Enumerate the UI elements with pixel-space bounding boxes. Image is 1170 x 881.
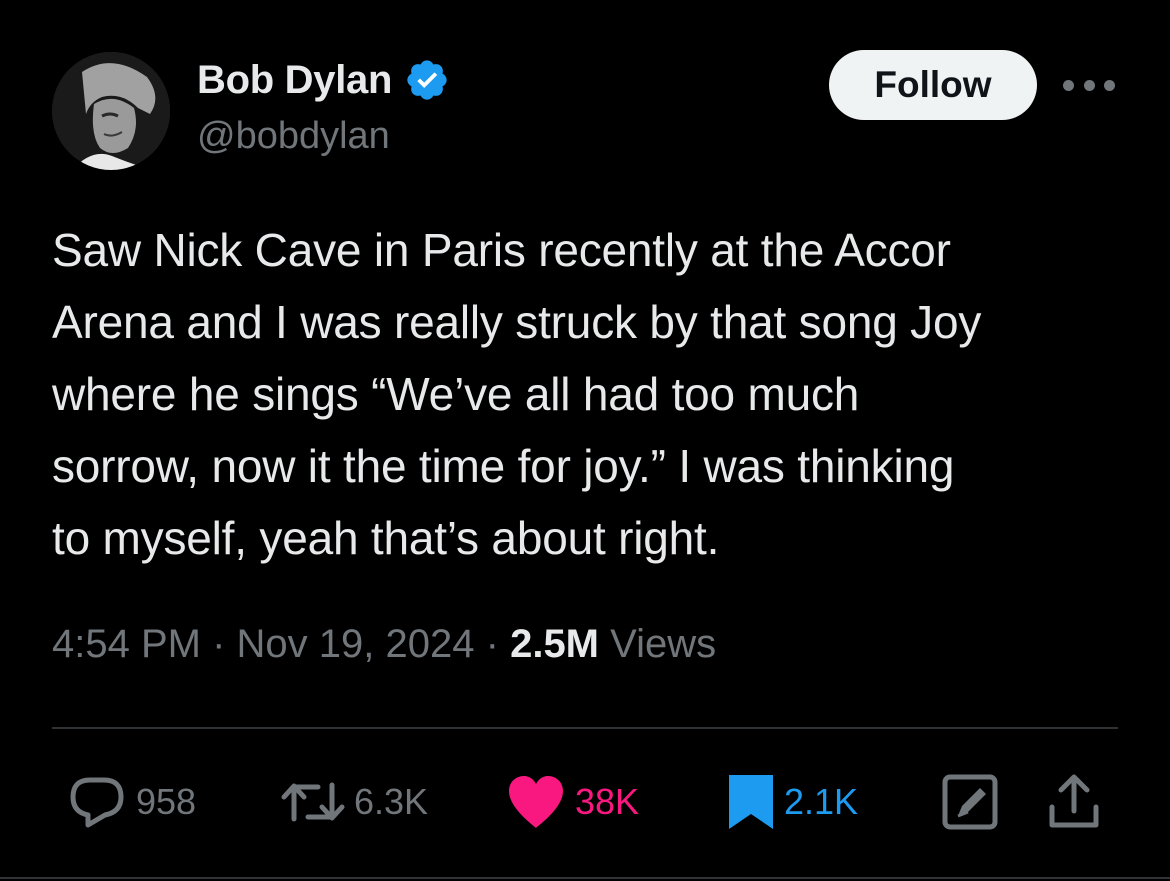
share-icon [1049, 774, 1099, 828]
repost-button[interactable]: 6.3K [280, 772, 428, 832]
edit-button[interactable] [940, 772, 1000, 832]
tweet-text-line: sorrow, now it the time for joy.” I was … [52, 440, 955, 492]
more-dot [1104, 79, 1115, 91]
views-label: Views [610, 622, 717, 666]
bookmark-button[interactable]: 2.1K [726, 772, 858, 832]
tweet-metadata: 4:54 PM · Nov 19, 2024 · 2.5M Views [52, 622, 716, 667]
reply-icon [70, 777, 124, 828]
display-name[interactable]: Bob Dylan [197, 58, 392, 103]
more-options-icon[interactable] [1063, 70, 1115, 100]
views-count[interactable]: 2.5M [510, 622, 599, 666]
meta-separator: · [485, 622, 499, 666]
tweet-text-line: to myself, yeah that’s about right. [52, 512, 720, 564]
reply-count: 958 [136, 781, 197, 822]
tweet-time[interactable]: 4:54 PM [52, 622, 201, 666]
bookmark-count: 2.1K [784, 781, 859, 822]
avatar-photo [52, 52, 170, 170]
repost-count: 6.3K [354, 781, 429, 822]
bookmark-icon [729, 775, 773, 829]
repost-icon [281, 782, 345, 822]
heart-icon [509, 776, 563, 828]
more-dot [1083, 79, 1095, 91]
author-handle[interactable]: @bobdylan [197, 115, 390, 158]
divider [52, 727, 1118, 729]
tweet-text-line: Arena and I was really struck by that so… [52, 296, 982, 348]
divider [0, 877, 1170, 879]
like-count: 38K [575, 781, 640, 822]
edit-icon [942, 774, 998, 830]
author-row: Bob Dylan [197, 55, 450, 105]
follow-button[interactable]: Follow [829, 50, 1037, 120]
like-button[interactable]: 38K [505, 772, 639, 832]
share-button[interactable] [1046, 772, 1102, 832]
verified-badge-icon [407, 60, 447, 100]
avatar[interactable] [52, 52, 170, 170]
tweet-text-line: where he sings “We’ve all had too much [52, 368, 860, 420]
reply-button[interactable]: 958 [66, 772, 196, 832]
tweet-text: Saw Nick Cave in Paris recently at the A… [52, 214, 1132, 574]
more-dot [1063, 79, 1074, 91]
tweet-card: Bob Dylan @bobdylan Follow Saw Nick Cave… [0, 0, 1170, 881]
tweet-text-line: Saw Nick Cave in Paris recently at the A… [52, 224, 951, 276]
meta-separator: · [212, 622, 226, 666]
tweet-date[interactable]: Nov 19, 2024 [237, 622, 475, 666]
